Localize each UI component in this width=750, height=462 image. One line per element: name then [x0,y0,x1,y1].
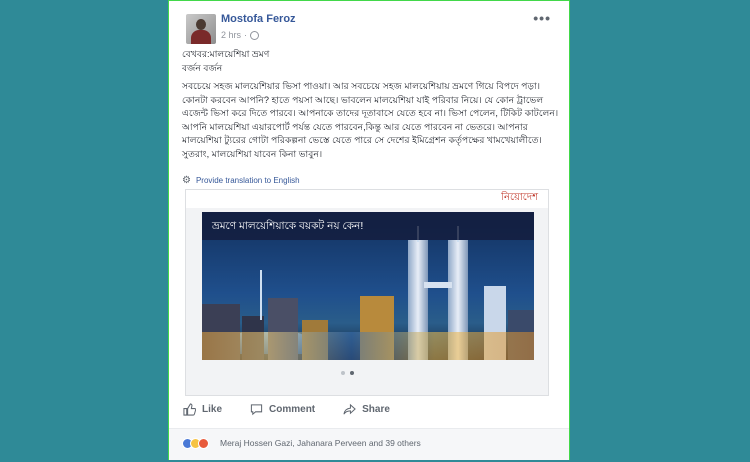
more-options-button[interactable]: ••• [533,10,551,26]
reaction-names[interactable]: Meraj Hossen Gazi, Jahanara Perveen and … [220,438,421,448]
author-avatar[interactable] [186,14,216,44]
action-bar: Like Comment Share [183,403,390,416]
link-preview[interactable]: নিয়োদেশ ভ্রমণে মালয়েশিয়াকে বয়কট নয় … [185,189,549,396]
comment-icon [250,404,263,416]
translate-row[interactable]: ⚙ Provide translation to English [182,175,300,186]
angry-reaction-icon [198,438,209,449]
gear-icon[interactable]: ⚙ [182,175,191,186]
translate-link[interactable]: Provide translation to English [196,176,300,185]
reaction-icons[interactable] [182,438,209,449]
post-time[interactable]: 2 hrs [221,30,241,40]
reactions-bar: Meraj Hossen Gazi, Jahanara Perveen and … [169,429,569,460]
card-brand: নিয়োদেশ [501,192,538,203]
card-title: ভ্রমণে মালয়েশিয়াকে বয়কট নয় কেন! [212,220,364,232]
like-label: Like [202,404,223,415]
share-button[interactable]: Share [343,403,390,416]
share-label: Share [362,404,390,415]
share-icon [343,403,356,415]
carousel-dot-active[interactable] [350,371,354,375]
post-text: বেখবর:মালয়েশিয়া ভ্রমণ বর্জন বর্জন সবচে… [182,48,560,161]
card-image[interactable]: ভ্রমণে মালয়েশিয়াকে বয়কট নয় কেন! [202,212,534,360]
like-button[interactable]: Like [183,403,222,416]
post-headline: বেখবর:মালয়েশিয়া ভ্রমণ [182,49,270,59]
carousel-dots[interactable] [341,371,354,375]
globe-icon [250,30,260,40]
thumbs-up-icon [183,403,196,416]
carousel-dot[interactable] [341,371,345,375]
post-body: সবচেয়ে সহজ মালয়েশিয়ার ভিসা পাওয়া। আর… [182,81,559,159]
comment-label: Comment [269,404,316,415]
post-card: Mostofa Feroz 2 hrs · ••• বেখবর:মালয়েশি… [168,0,570,460]
post-byline: বর্জন বর্জন [182,62,223,73]
author-name[interactable]: Mostofa Feroz [221,13,296,25]
post-meta: 2 hrs · [221,30,260,40]
comment-button[interactable]: Comment [250,403,315,416]
